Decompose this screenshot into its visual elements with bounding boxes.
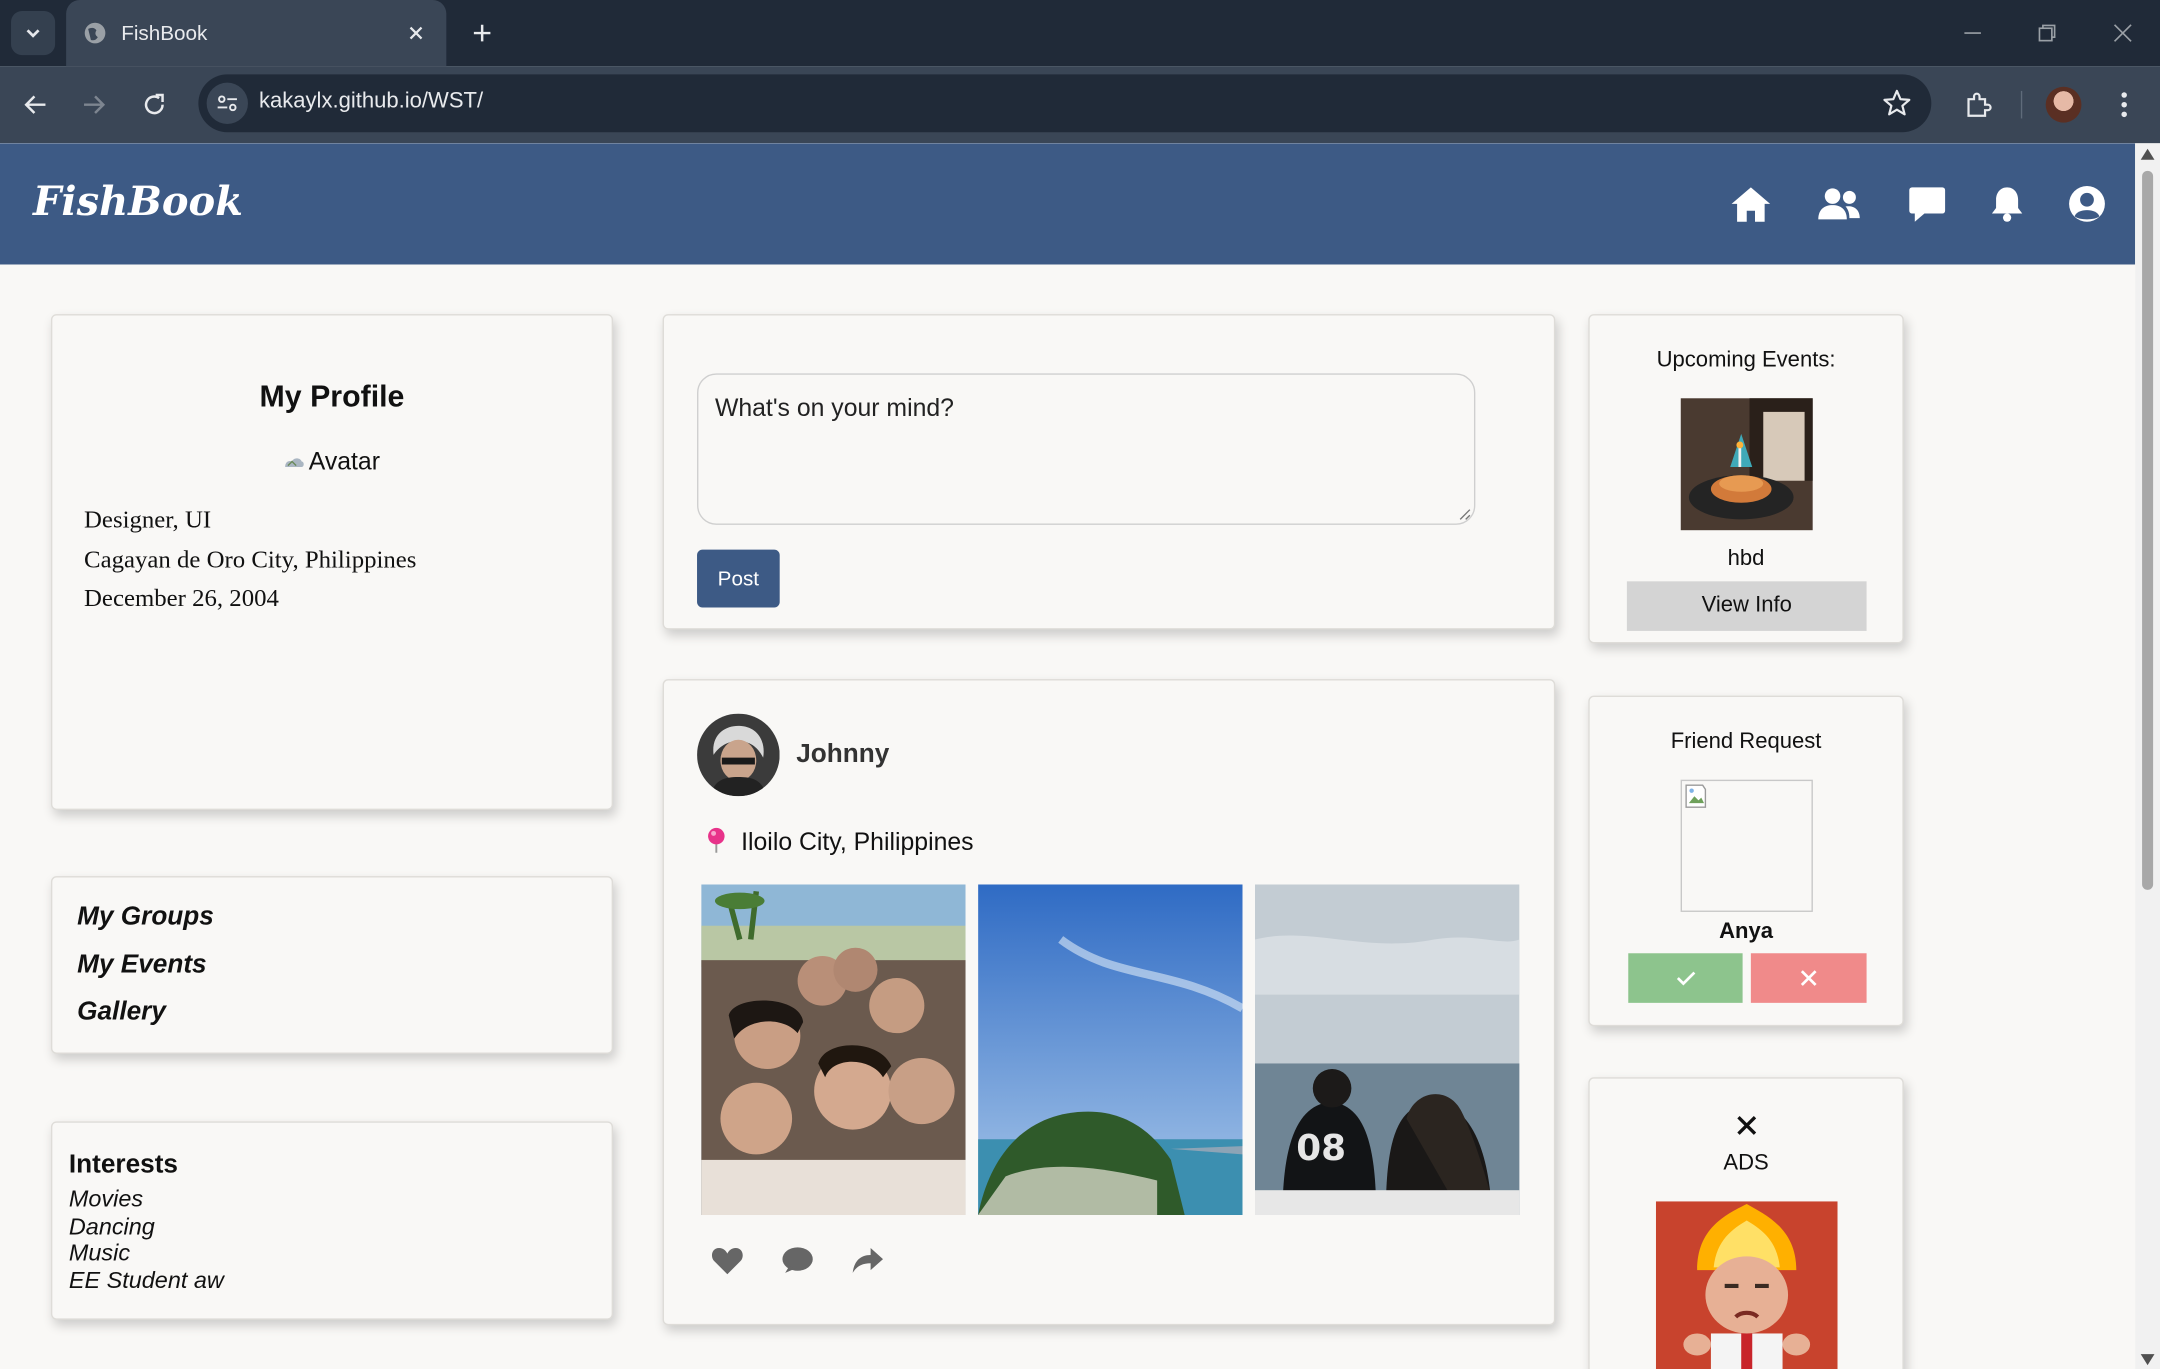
new-tab-icon[interactable] (463, 14, 502, 53)
interest-item: EE Student aw (68, 1267, 224, 1294)
menu-card: My Groups My Events Gallery (50, 876, 614, 1054)
heart-icon[interactable] (709, 1243, 745, 1279)
composer-card: What's on your mind? Post (662, 314, 1556, 630)
url-text: kakaylx.github.io/WST/ (258, 89, 484, 113)
tab-title: FishBook (121, 21, 208, 45)
account-icon[interactable] (2065, 182, 2109, 226)
profile-location: Cagayan de Oro City, Philippines (84, 545, 417, 574)
events-card: Upcoming Events: hbd View Info (1588, 314, 1904, 644)
reload-icon[interactable] (132, 83, 176, 127)
site-logo[interactable]: FishBook (33, 178, 243, 225)
friends-icon[interactable] (1817, 182, 1861, 226)
friend-name: Anya (1719, 920, 1773, 944)
jersey-number: 08 (1296, 1128, 1346, 1169)
browser-tab-strip: FishBook (0, 0, 2160, 67)
location-pin-icon (708, 827, 725, 853)
browser-menu-icon[interactable] (2102, 83, 2146, 127)
profile-birthday: December 26, 2004 (84, 584, 279, 612)
page-scrollbar[interactable] (2135, 143, 2160, 1369)
profile-avatar[interactable] (2042, 83, 2086, 127)
events-title: Upcoming Events: (1656, 348, 1836, 372)
close-tab-icon[interactable] (402, 19, 430, 47)
comment-icon[interactable] (780, 1243, 816, 1279)
broken-image-icon (285, 458, 304, 467)
tab-search-button[interactable] (11, 11, 56, 56)
decline-friend-button[interactable] (1750, 953, 1867, 1003)
accept-friend-button[interactable] (1628, 953, 1743, 1003)
page-viewport: FishBook My Profile Avatar Designer, UI … (0, 143, 2136, 1369)
author-avatar[interactable] (697, 713, 780, 797)
post-textarea[interactable]: What's on your mind? (697, 373, 1476, 525)
scroll-down-icon[interactable] (2140, 1354, 2155, 1366)
profile-role: Designer, UI (84, 505, 212, 534)
ads-card: ADS (1588, 1077, 1904, 1369)
notifications-icon[interactable] (1985, 182, 2029, 226)
avatar: Avatar (52, 448, 611, 477)
browser-tab[interactable]: FishBook (66, 0, 447, 67)
messages-icon[interactable] (1905, 182, 1949, 226)
friend-request-title: Friend Request (1670, 730, 1822, 754)
interest-item: Music (68, 1239, 131, 1266)
back-icon[interactable] (14, 83, 58, 127)
home-icon[interactable] (1729, 182, 1773, 226)
bookmark-star-icon[interactable] (1882, 88, 1912, 118)
ad-image[interactable] (1655, 1201, 1838, 1369)
group-selfie-photo[interactable] (701, 884, 966, 1215)
chevron-down-icon (26, 29, 40, 38)
minimize-icon[interactable] (1953, 14, 1992, 53)
toolbar-divider (2020, 90, 2023, 119)
post-location: Iloilo City, Philippines (741, 827, 974, 856)
ads-label: ADS (1723, 1151, 1769, 1176)
menu-item-my-groups[interactable]: My Groups (77, 902, 214, 932)
friend-avatar[interactable] (1680, 779, 1813, 912)
check-icon (1676, 971, 1695, 986)
interest-item: Dancing (68, 1213, 155, 1240)
forward-icon[interactable] (72, 83, 116, 127)
ocean-view-photo[interactable]: 08 (1254, 884, 1520, 1215)
post-textarea-placeholder: What's on your mind? (714, 393, 954, 422)
profile-card: My Profile Avatar Designer, UI Cagayan d… (50, 314, 614, 810)
resize-handle-icon[interactable] (1457, 507, 1471, 521)
post-author-name[interactable]: Johnny (796, 740, 889, 770)
close-icon (1800, 970, 1817, 986)
globe-icon (84, 22, 106, 44)
browser-toolbar: kakaylx.github.io/WST/ (0, 66, 2160, 144)
extensions-icon[interactable] (1956, 83, 2000, 127)
menu-item-gallery[interactable]: Gallery (77, 997, 166, 1027)
site-info-icon[interactable] (206, 82, 248, 124)
scroll-up-icon[interactable] (2140, 148, 2155, 160)
close-window-icon[interactable] (2104, 14, 2143, 53)
scrollbar-thumb[interactable] (2142, 170, 2154, 890)
interest-item: Movies (68, 1186, 144, 1213)
close-ad-icon[interactable] (1733, 1112, 1761, 1140)
menu-item-my-events[interactable]: My Events (77, 951, 206, 981)
interests-title: Interests (68, 1150, 178, 1180)
interests-card: Interests Movies Dancing Music EE Studen… (50, 1121, 614, 1320)
post-card: Johnny Iloilo City, Philippines 08 (662, 679, 1556, 1326)
broken-image-icon (1685, 784, 1707, 808)
address-bar[interactable]: kakaylx.github.io/WST/ (198, 74, 1932, 133)
share-icon[interactable] (850, 1243, 886, 1279)
restore-icon[interactable] (2028, 14, 2067, 53)
friend-request-card: Friend Request Anya (1588, 695, 1904, 1027)
post-button[interactable]: Post (697, 549, 780, 608)
view-info-button[interactable]: View Info (1626, 581, 1867, 631)
birthday-cake-photo[interactable] (1680, 398, 1813, 531)
profile-title: My Profile (259, 378, 405, 414)
island-photo[interactable] (978, 884, 1243, 1215)
avatar-alt-text: Avatar (308, 447, 380, 476)
site-header: FishBook (0, 143, 2136, 265)
event-name: hbd (1727, 546, 1765, 571)
